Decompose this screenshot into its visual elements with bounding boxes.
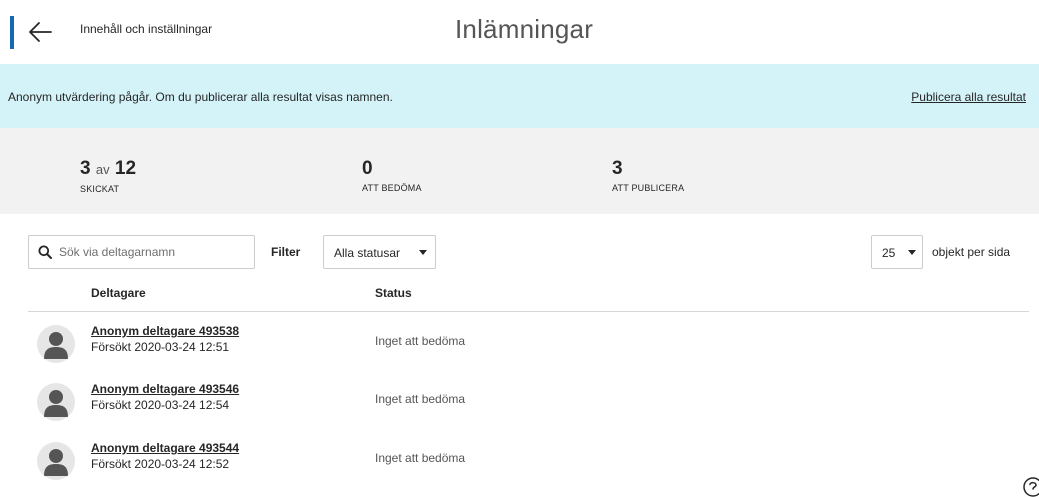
stat-submitted: 3 av 12 SKICKAT <box>80 158 136 194</box>
items-per-page-label: objekt per sida <box>932 245 1011 259</box>
row-status: Inget att bedöma <box>375 334 466 348</box>
participant-name-link[interactable]: Anonym deltagare 493538 <box>91 324 239 338</box>
attempt-date: Försökt 2020-03-24 12:52 <box>91 457 230 471</box>
accent-bar <box>10 16 14 49</box>
avatar <box>37 325 75 363</box>
search-icon <box>38 245 52 259</box>
arrow-left-icon <box>29 22 52 42</box>
column-header-participant: Deltagare <box>91 286 146 300</box>
page-title: Inlämningar <box>455 14 594 44</box>
stat-to-grade-label: ATT BEDÖMA <box>362 183 422 193</box>
participant-name-link[interactable]: Anonym deltagare 493544 <box>91 441 239 455</box>
stat-to-publish-label: ATT PUBLICERA <box>612 183 685 193</box>
top-bar: Innehåll och inställningar Inlämningar <box>0 0 1039 64</box>
caret-down-icon <box>908 250 916 255</box>
stat-submitted-of: av <box>95 162 110 177</box>
anonymous-grading-banner: Anonym utvärdering pågår. Om du publicer… <box>0 64 1039 128</box>
help-icon <box>1023 477 1039 497</box>
search-box <box>28 235 255 269</box>
publish-all-results-link[interactable]: Publicera alla resultat <box>911 90 1026 104</box>
row-status: Inget att bedöma <box>375 392 466 406</box>
search-input[interactable] <box>59 237 249 267</box>
status-filter-dropdown[interactable]: Alla statusar <box>323 235 436 269</box>
table-row: Anonym deltagare 493546 Försökt 2020-03-… <box>28 380 1029 438</box>
table-row: Anonym deltagare 493538 Försökt 2020-03-… <box>28 322 1029 380</box>
stat-to-publish-value: 3 <box>612 158 623 179</box>
stat-submitted-total: 12 <box>114 158 137 179</box>
user-silhouette-icon <box>44 390 68 417</box>
help-button[interactable] <box>1022 476 1039 497</box>
filter-label: Filter <box>271 245 301 259</box>
banner-message: Anonym utvärdering pågår. Om du publicer… <box>8 90 393 104</box>
stat-to-publish: 3 ATT PUBLICERA <box>612 158 684 193</box>
header-divider <box>28 311 1029 312</box>
back-button[interactable] <box>26 16 54 48</box>
summary-stats: 3 av 12 SKICKAT 0 ATT BEDÖMA 3 ATT PUBLI… <box>0 128 1039 214</box>
stat-submitted-value: 3 <box>80 158 91 179</box>
caret-down-icon <box>419 250 427 255</box>
row-status: Inget att bedöma <box>375 451 466 465</box>
items-per-page-value: 25 <box>882 246 896 260</box>
stat-to-grade: 0 ATT BEDÖMA <box>362 158 422 193</box>
status-filter-value: Alla statusar <box>334 246 401 260</box>
user-silhouette-icon <box>44 332 68 359</box>
table-row: Anonym deltagare 493544 Försökt 2020-03-… <box>28 439 1029 497</box>
user-silhouette-icon <box>44 449 68 476</box>
participant-name-link[interactable]: Anonym deltagare 493546 <box>91 382 239 396</box>
column-header-status: Status <box>375 286 412 300</box>
avatar <box>37 383 75 421</box>
items-per-page-dropdown[interactable]: 25 <box>871 235 923 269</box>
stat-to-grade-value: 0 <box>362 158 373 179</box>
attempt-date: Försökt 2020-03-24 12:51 <box>91 340 230 354</box>
back-link-label[interactable]: Innehåll och inställningar <box>80 22 212 36</box>
stat-submitted-label: SKICKAT <box>80 184 120 194</box>
avatar <box>37 442 75 480</box>
attempt-date: Försökt 2020-03-24 12:54 <box>91 398 230 412</box>
